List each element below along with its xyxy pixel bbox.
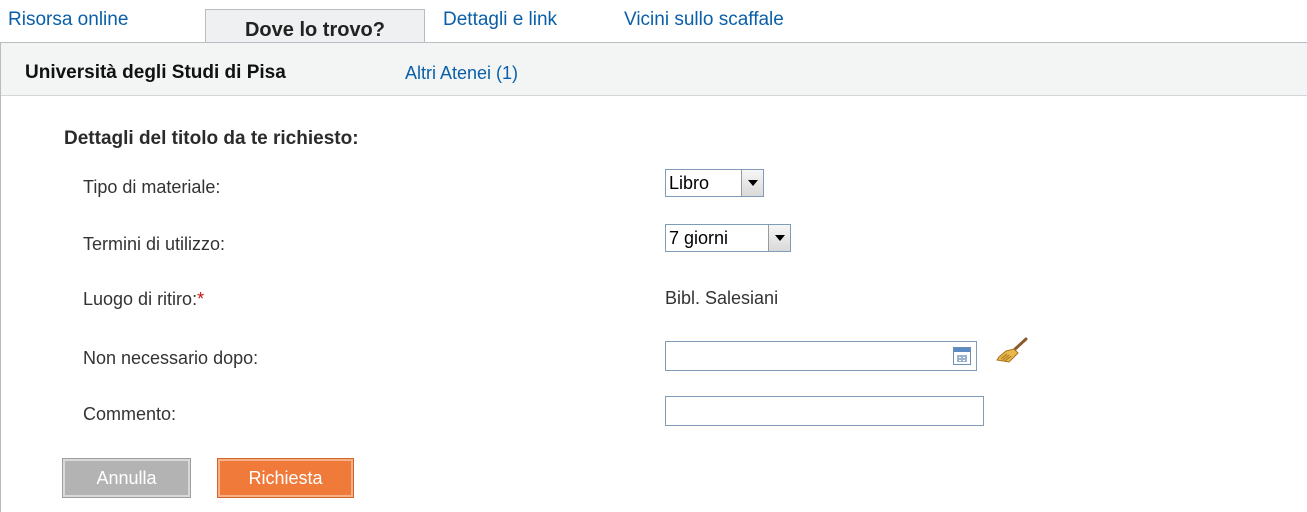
other-institutions-link[interactable]: Altri Atenei (1): [405, 63, 518, 84]
chevron-down-icon[interactable]: [741, 170, 763, 196]
chevron-down-icon[interactable]: [768, 225, 790, 251]
material-type-label: Tipo di materiale:: [83, 177, 221, 197]
form-title: Dettagli del titolo da te richiesto:: [64, 128, 359, 149]
required-marker: *: [197, 289, 205, 309]
current-institution: Università degli Studi di Pisa: [25, 62, 286, 83]
request-button[interactable]: Richiesta: [217, 458, 354, 498]
institution-bar: Università degli Studi di Pisa Altri Ate…: [1, 43, 1307, 96]
usage-terms-select[interactable]: 7 giorni: [665, 224, 791, 252]
not-needed-after-label: Non necessario dopo:: [83, 348, 259, 368]
pickup-label-text: Luogo di ritiro:: [83, 289, 198, 309]
pickup-value: Bibl. Salesiani: [665, 288, 779, 308]
comment-label: Commento:: [83, 404, 177, 424]
tab-details-links[interactable]: Dettagli e link: [443, 9, 557, 31]
tab-online-resource[interactable]: Risorsa online: [8, 9, 128, 31]
material-type-select[interactable]: Libro: [665, 169, 764, 197]
broom-icon[interactable]: [993, 337, 1029, 367]
comment-input[interactable]: [665, 396, 984, 426]
usage-terms-label: Termini di utilizzo:: [83, 234, 226, 254]
request-panel: Università degli Studi di Pisa Altri Ate…: [0, 42, 1307, 512]
material-type-value: Libro: [669, 172, 710, 193]
not-needed-after-input[interactable]: [665, 341, 977, 371]
tab-where-to-find[interactable]: Dove lo trovo?: [205, 9, 425, 42]
tab-bar: Risorsa online Dove lo trovo? Dettagli e…: [0, 0, 1307, 42]
calendar-icon[interactable]: [953, 347, 971, 365]
tab-shelf-neighbors[interactable]: Vicini sullo scaffale: [624, 9, 784, 31]
pickup-label: Luogo di ritiro:*: [83, 289, 204, 310]
usage-terms-value: 7 giorni: [669, 227, 729, 248]
cancel-button[interactable]: Annulla: [62, 458, 191, 498]
